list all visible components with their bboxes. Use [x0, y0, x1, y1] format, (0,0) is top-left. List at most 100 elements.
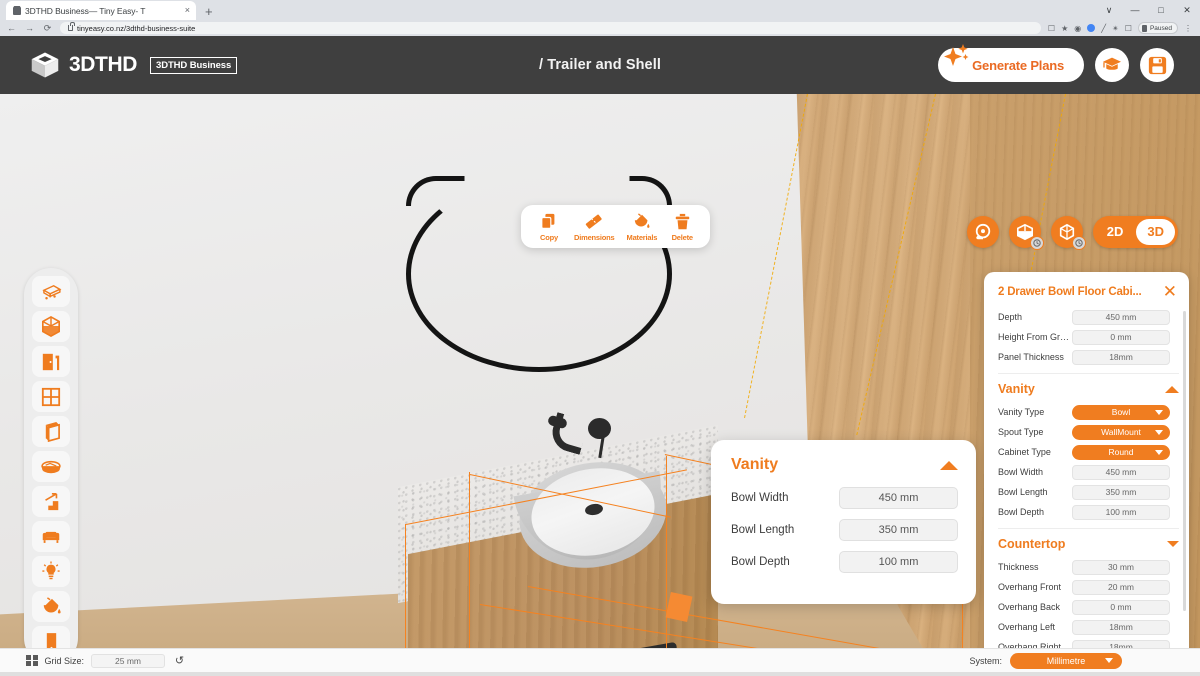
countertop-section-title: Countertop: [998, 537, 1066, 551]
browser-chrome: 3DTHD Business— Tiny Easy- T × + ∨ — □ ✕…: [0, 0, 1200, 36]
view-controls: 2D 3D: [966, 216, 1178, 250]
reset-grid-icon[interactable]: ↺: [172, 653, 187, 668]
tape-measure-icon: [975, 223, 990, 240]
sidebar-item-furniture-tool[interactable]: [32, 521, 70, 552]
back-icon[interactable]: ←: [6, 23, 17, 33]
panel-bowl-length-input[interactable]: 350 mm: [1072, 484, 1170, 500]
view-2d-option[interactable]: 2D: [1096, 219, 1135, 245]
pen-icon[interactable]: ╱: [1101, 24, 1106, 33]
tab-search-icon[interactable]: ∨: [1096, 0, 1122, 20]
cabinet-type-select[interactable]: Round: [1072, 444, 1170, 460]
materials-action[interactable]: Materials: [622, 213, 663, 242]
dimension-toggle[interactable]: 2D 3D: [1092, 216, 1178, 248]
save-button[interactable]: [1140, 48, 1174, 82]
prop-row-overhang-front: Overhang Front 20 mm: [998, 577, 1179, 597]
header-actions: Generate Plans: [938, 44, 1200, 82]
cabinet-type-label: Cabinet Type: [998, 447, 1051, 457]
bowl-width-input[interactable]: 450 mm: [839, 487, 958, 509]
close-icon[interactable]: ✕: [1163, 283, 1177, 300]
depth-input[interactable]: 450 mm: [1072, 309, 1170, 325]
tab-strip: 3DTHD Business— Tiny Easy- T × + ∨ — □ ✕: [0, 0, 1200, 20]
bowl-depth-input[interactable]: 100 mm: [839, 551, 958, 573]
grid-controls: Grid Size: 25 mm ↺: [26, 653, 187, 668]
learning-button[interactable]: [1095, 48, 1129, 82]
system-select[interactable]: Millimetre: [1010, 652, 1122, 669]
brand-name: 3DTHD: [69, 53, 138, 76]
sidepanel-icon[interactable]: ☐: [1125, 24, 1132, 33]
door-icon: [42, 353, 60, 370]
paint-bucket-icon: [43, 596, 61, 613]
bookmark-star-icon[interactable]: ★: [1061, 24, 1068, 33]
panel-scrollbar[interactable]: [1183, 311, 1186, 611]
sidebar-item-wall-tool[interactable]: [32, 416, 70, 447]
overhang-front-input[interactable]: 20 mm: [1072, 579, 1170, 595]
vanity-collapse-caret-up-icon[interactable]: [1165, 385, 1179, 393]
stairs-icon: [43, 492, 59, 510]
panel-bowl-width-input[interactable]: 450 mm: [1072, 464, 1170, 480]
new-tab-button[interactable]: +: [205, 4, 213, 19]
share-icon[interactable]: ☐: [1048, 24, 1055, 33]
maximize-button[interactable]: □: [1148, 0, 1174, 20]
section-view-button[interactable]: [1008, 216, 1044, 250]
properties-panel-header: 2 Drawer Bowl Floor Cabi... ✕: [984, 272, 1189, 307]
height-from-ground-input[interactable]: 0 mm: [1072, 329, 1170, 345]
panel-bowl-length-label: Bowl Length: [998, 487, 1048, 497]
sidebar-item-materials-tool[interactable]: [32, 591, 70, 622]
extensions-puzzle-icon[interactable]: ✴: [1112, 24, 1119, 33]
business-badge: 3DTHD Business: [150, 56, 238, 74]
thickness-input[interactable]: 30 mm: [1072, 559, 1170, 575]
sidebar-item-trailer-tool[interactable]: [32, 276, 70, 307]
sidebar-item-floor-tool[interactable]: [32, 451, 70, 482]
minimize-button[interactable]: —: [1122, 0, 1148, 20]
sidebar-item-shell-tool[interactable]: [32, 311, 70, 342]
camera-icon[interactable]: ◉: [1074, 24, 1081, 33]
clock-icon-2: [1075, 239, 1083, 247]
close-tab-icon[interactable]: ×: [185, 6, 190, 15]
panel-bowl-depth-input[interactable]: 100 mm: [1072, 504, 1170, 520]
view-3d-option[interactable]: 3D: [1136, 219, 1175, 245]
overhang-left-input[interactable]: 18mm: [1072, 619, 1170, 635]
vanity-dialog-title: Vanity: [731, 456, 779, 473]
grid-size-input[interactable]: 25 mm: [91, 653, 166, 668]
countertop-collapse-caret-down-icon[interactable]: [1167, 541, 1179, 547]
tab-title: 3DTHD Business— Tiny Easy- T: [25, 5, 146, 16]
reload-icon[interactable]: ⟳: [42, 23, 53, 34]
extension-blue-icon[interactable]: [1087, 24, 1096, 32]
caret-up-icon[interactable]: [940, 460, 958, 470]
cabinet-type-value: Round: [1108, 446, 1134, 457]
prop-row-panel-thickness: Panel Thickness 18mm: [998, 347, 1179, 367]
height-from-ground-label: Height From Gro...: [998, 332, 1072, 342]
dimensions-action[interactable]: Dimensions: [569, 213, 620, 242]
overhang-back-input[interactable]: 0 mm: [1072, 599, 1170, 615]
address-input[interactable]: tinyeasy.co.nz/3dthd-business-suite: [60, 22, 1041, 34]
panel-thickness-input[interactable]: 18mm: [1072, 349, 1170, 365]
spout-type-select[interactable]: WallMount: [1072, 424, 1170, 440]
copy-action[interactable]: Copy: [531, 213, 567, 242]
measure-button[interactable]: [966, 216, 999, 248]
vanity-type-select[interactable]: Bowl: [1072, 404, 1170, 420]
sidebar-item-stairs-tool[interactable]: [32, 486, 70, 517]
sidebar-item-window-tool[interactable]: [32, 381, 70, 412]
delete-action[interactable]: Delete: [664, 213, 700, 242]
profile-avatar: [1141, 24, 1147, 32]
profile-paused-badge[interactable]: Paused: [1137, 22, 1178, 34]
generate-plans-button[interactable]: Generate Plans: [938, 44, 1084, 82]
section-header-countertop[interactable]: Countertop: [998, 537, 1179, 551]
properties-panel-body[interactable]: Depth 450 mm Height From Gro... 0 mm Pan…: [984, 307, 1189, 672]
close-window-button[interactable]: ✕: [1174, 0, 1200, 20]
panel-bowl-width-label: Bowl Width: [998, 467, 1044, 477]
overhang-back-label: Overhang Back: [998, 602, 1061, 612]
forward-icon[interactable]: →: [24, 23, 35, 33]
lock-icon: [68, 22, 75, 31]
viewport-3d[interactable]: 2D 3D Copy Dimensions Materials Delete V…: [0, 94, 1200, 672]
browser-tab[interactable]: 3DTHD Business— Tiny Easy- T ×: [6, 1, 196, 20]
bowl-length-input[interactable]: 350 mm: [839, 519, 958, 541]
perspective-view-button[interactable]: [1050, 216, 1086, 250]
sidebar-item-lighting-tool[interactable]: [32, 556, 70, 587]
address-text: tinyeasy.co.nz/3dthd-business-suite: [77, 23, 196, 33]
system-label: System:: [969, 655, 1002, 666]
section-header-vanity[interactable]: Vanity: [998, 382, 1179, 396]
sidebar-item-door-tool[interactable]: [32, 346, 70, 377]
browser-menu-icon[interactable]: ⋮: [1184, 24, 1192, 33]
shell-cube-icon: [42, 316, 60, 337]
